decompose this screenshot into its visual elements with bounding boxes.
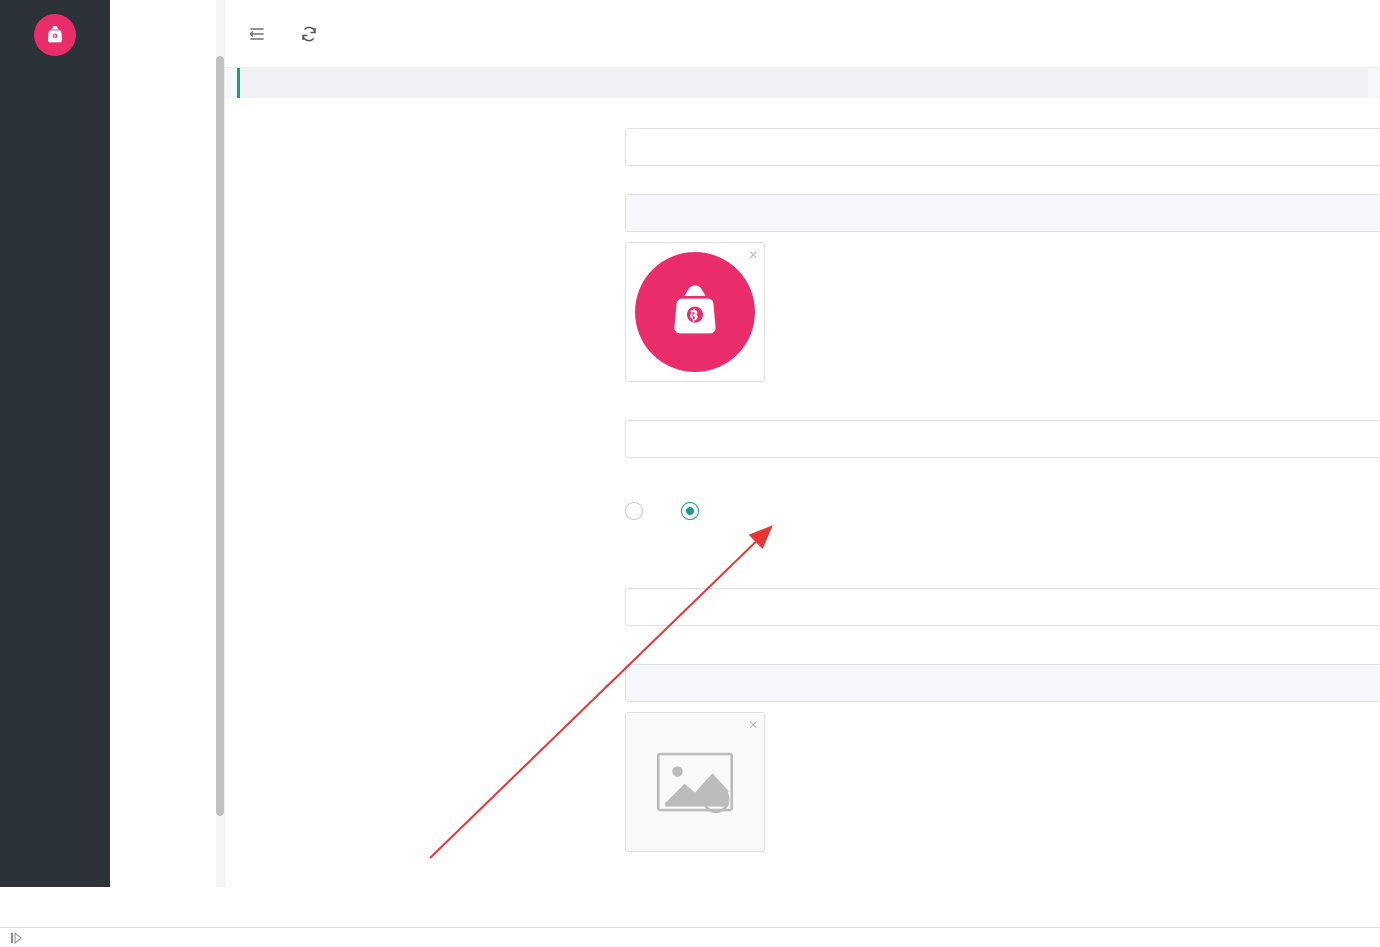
input-share-image[interactable] xyxy=(625,664,1380,702)
image-placeholder-icon xyxy=(651,747,739,817)
input-mall-name[interactable] xyxy=(625,128,1380,166)
input-mall-logo[interactable] xyxy=(625,194,1380,232)
radio-old-home[interactable] xyxy=(625,502,651,520)
close-icon[interactable]: × xyxy=(749,717,758,735)
main-sidebar xyxy=(0,0,110,887)
play-icon xyxy=(10,932,22,944)
label-mall-name xyxy=(225,128,625,137)
label-home-display xyxy=(225,496,625,505)
label-url xyxy=(225,420,625,429)
topbar xyxy=(225,0,1380,68)
label-share-title xyxy=(225,588,625,597)
breadcrumb xyxy=(237,68,1368,98)
logo-preview[interactable]: × xyxy=(625,242,765,382)
label-mall-logo xyxy=(225,194,625,203)
refresh-icon[interactable] xyxy=(297,22,321,46)
devtools-bar xyxy=(0,927,1380,947)
radio-new-diy[interactable] xyxy=(681,502,707,520)
close-icon[interactable]: × xyxy=(749,247,758,265)
menu-toggle-icon[interactable] xyxy=(245,22,269,46)
label-share-image xyxy=(225,664,625,673)
sub-sidebar xyxy=(110,0,225,887)
input-share-title[interactable] xyxy=(625,588,1380,626)
share-image-preview[interactable]: × xyxy=(625,712,765,852)
input-url[interactable] xyxy=(625,420,1380,458)
sub-scrollbar[interactable] xyxy=(216,0,224,887)
logo[interactable] xyxy=(0,0,110,70)
